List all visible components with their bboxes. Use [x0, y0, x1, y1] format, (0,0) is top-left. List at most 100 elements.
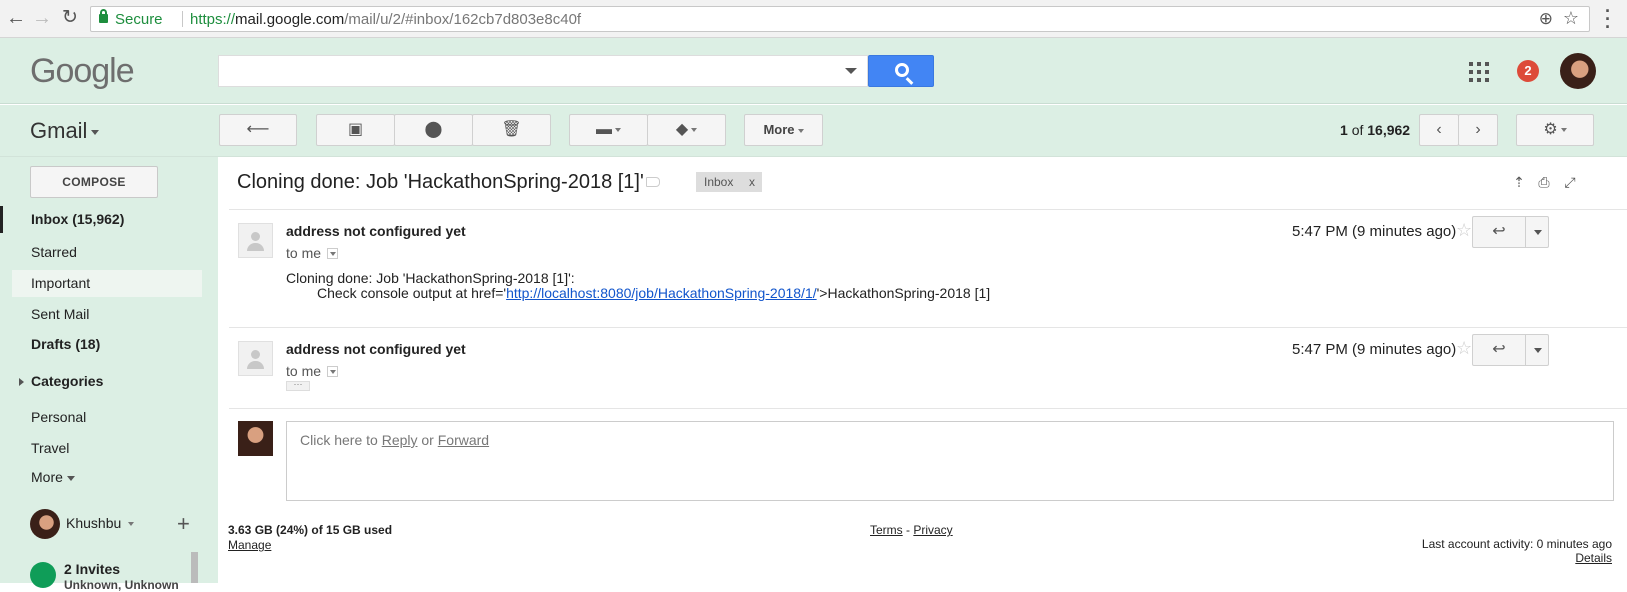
url-separator [182, 11, 183, 27]
kebab-menu-icon[interactable]: · · · [1600, 2, 1616, 36]
sidebar-scrollbar[interactable] [191, 552, 198, 583]
reply-more-dropdown[interactable] [1525, 216, 1549, 248]
archive-icon: ▣ [347, 121, 364, 138]
search-icon [895, 63, 909, 77]
pager-count: 1 of 16,962 [1340, 122, 1411, 138]
account-avatar[interactable] [1560, 53, 1596, 89]
divider [229, 327, 1627, 328]
chevron-right-icon: › [1475, 121, 1481, 138]
newer-button[interactable]: ‹ [1419, 114, 1459, 146]
sidebar-item-inbox[interactable]: Inbox (15,962) [12, 206, 202, 233]
sender-name[interactable]: address not configured yet [286, 341, 466, 357]
user-avatar [238, 421, 273, 456]
manage-storage-link[interactable]: Manage [228, 538, 271, 552]
bookmark-star-icon[interactable]: ☆ [1563, 8, 1579, 29]
search-input[interactable] [218, 55, 868, 87]
more-actions-button[interactable]: More [744, 114, 823, 146]
delete-button[interactable]: 🗑 [472, 114, 551, 146]
expand-all-icon[interactable]: ⇡ [1511, 174, 1527, 190]
settings-button[interactable]: ⚙ [1516, 114, 1594, 146]
storage-usage: 3.63 GB (24%) of 15 GB used [228, 523, 393, 537]
star-icon[interactable]: ☆ [1456, 220, 1472, 241]
hangouts-avatar [30, 509, 60, 539]
invites-sub: Unknown, Unknown [64, 578, 179, 592]
browser-toolbar: ← → ↻ Secure https://mail.google.com/mai… [0, 0, 1627, 38]
reply-box[interactable]: Click here to Reply or Forward [286, 421, 1614, 501]
activity-details-link[interactable]: Details [1575, 551, 1612, 565]
sidebar-item-travel[interactable]: Travel [12, 435, 202, 462]
sidebar-item-important[interactable]: Important [12, 270, 202, 297]
move-to-button[interactable]: ▬ [569, 114, 648, 146]
message-body-line: Cloning done: Job 'HackathonSpring-2018 … [286, 270, 575, 286]
sidebar-item-starred[interactable]: Starred [12, 239, 202, 266]
recipient-line[interactable]: to me [286, 245, 339, 261]
caret-down-icon [128, 522, 135, 527]
sidebar-item-categories[interactable]: Categories [12, 368, 202, 395]
report-spam-button[interactable]: ⬤ [394, 114, 473, 146]
remove-label-icon[interactable]: x [749, 172, 755, 192]
reply-more-dropdown[interactable] [1525, 334, 1549, 366]
gmail-action-toolbar: Gmail ⟵ ▣ ⬤ 🗑 ▬ ◆ More 1 of 16,962 ‹ › ⚙ [0, 105, 1627, 157]
back-arrow-icon[interactable]: ← [6, 8, 26, 28]
spam-icon: ⬤ [424, 121, 443, 138]
new-window-icon[interactable]: ⤢ [1562, 174, 1578, 190]
reply-arrow-icon: ↩ [1492, 341, 1506, 358]
sidebar-item-sent-mail[interactable]: Sent Mail [12, 301, 202, 328]
sidebar-item-personal[interactable]: Personal [12, 404, 202, 431]
reply-button[interactable]: ↩ [1472, 334, 1526, 366]
gmail-menu[interactable]: Gmail [30, 118, 100, 144]
notification-badge[interactable]: 2 [1517, 60, 1539, 82]
back-to-inbox-button[interactable]: ⟵ [219, 114, 297, 146]
search-button[interactable] [868, 55, 934, 87]
invites-icon [30, 562, 56, 588]
archive-button[interactable]: ▣ [316, 114, 395, 146]
reply-prompt: Click here to Reply or Forward [300, 432, 490, 448]
details-dropdown-icon[interactable] [327, 365, 339, 377]
sidebar-item-drafts[interactable]: Drafts (18) [12, 331, 202, 358]
inbox-label-chip[interactable]: Inbox x [696, 172, 762, 192]
label-tag-icon: ◆ [675, 121, 689, 138]
new-conversation-plus-icon[interactable]: + [177, 513, 190, 535]
reload-icon[interactable]: ↻ [60, 8, 80, 28]
address-bar[interactable]: Secure https://mail.google.com/mail/u/2/… [90, 6, 1590, 32]
details-dropdown-icon[interactable] [327, 247, 339, 259]
lock-icon [99, 9, 108, 23]
message-view: Cloning done: Job 'HackathonSpring-2018 … [218, 157, 1627, 583]
zoom-icon[interactable]: ⊕ [1539, 9, 1553, 29]
reply-arrow-icon: ↩ [1492, 223, 1506, 240]
sidebar: COMPOSE Inbox (15,962) Starred Important… [0, 157, 218, 592]
forward-link[interactable]: Forward [438, 432, 489, 448]
reply-button[interactable]: ↩ [1472, 216, 1526, 248]
selected-indicator [0, 206, 3, 233]
show-trimmed-content-button[interactable]: ··· [286, 380, 310, 391]
url-text[interactable]: https://mail.google.com/mail/u/2/#inbox/… [190, 11, 581, 28]
thread-subject: Cloning done: Job 'HackathonSpring-2018 … [237, 171, 644, 193]
secure-label: Secure [115, 11, 163, 28]
forward-arrow-icon[interactable]: → [32, 8, 52, 28]
sender-name[interactable]: address not configured yet [286, 223, 466, 239]
compose-button[interactable]: COMPOSE [30, 166, 158, 198]
gear-icon: ⚙ [1543, 121, 1558, 138]
star-icon[interactable]: ☆ [1456, 338, 1472, 359]
recipient-line[interactable]: to me [286, 363, 339, 379]
console-output-link[interactable]: http://localhost:8080/job/HackathonSprin… [506, 285, 817, 301]
terms-link[interactable]: Terms [870, 523, 903, 537]
print-icon[interactable]: ⎙ [1536, 174, 1552, 190]
back-arrow-icon: ⟵ [246, 121, 270, 138]
message-time: 5:47 PM (9 minutes ago) [1292, 223, 1457, 240]
label-outline-icon[interactable] [646, 177, 660, 187]
search-options-dropdown-icon[interactable] [845, 68, 857, 74]
footer-links: Terms - Privacy [870, 523, 953, 537]
last-activity: Last account activity: 0 minutes ago [1421, 537, 1612, 551]
labels-button[interactable]: ◆ [647, 114, 726, 146]
older-button[interactable]: › [1458, 114, 1498, 146]
invites-label[interactable]: 2 Invites [64, 561, 120, 577]
sender-avatar [238, 341, 273, 376]
privacy-link[interactable]: Privacy [913, 523, 952, 537]
google-logo[interactable]: Google [30, 52, 135, 91]
apps-grid-icon[interactable] [1469, 62, 1489, 82]
divider [229, 408, 1627, 409]
reply-link[interactable]: Reply [382, 432, 418, 448]
hangouts-username: Khushbu [66, 515, 122, 531]
sidebar-item-more[interactable]: More [12, 464, 202, 491]
